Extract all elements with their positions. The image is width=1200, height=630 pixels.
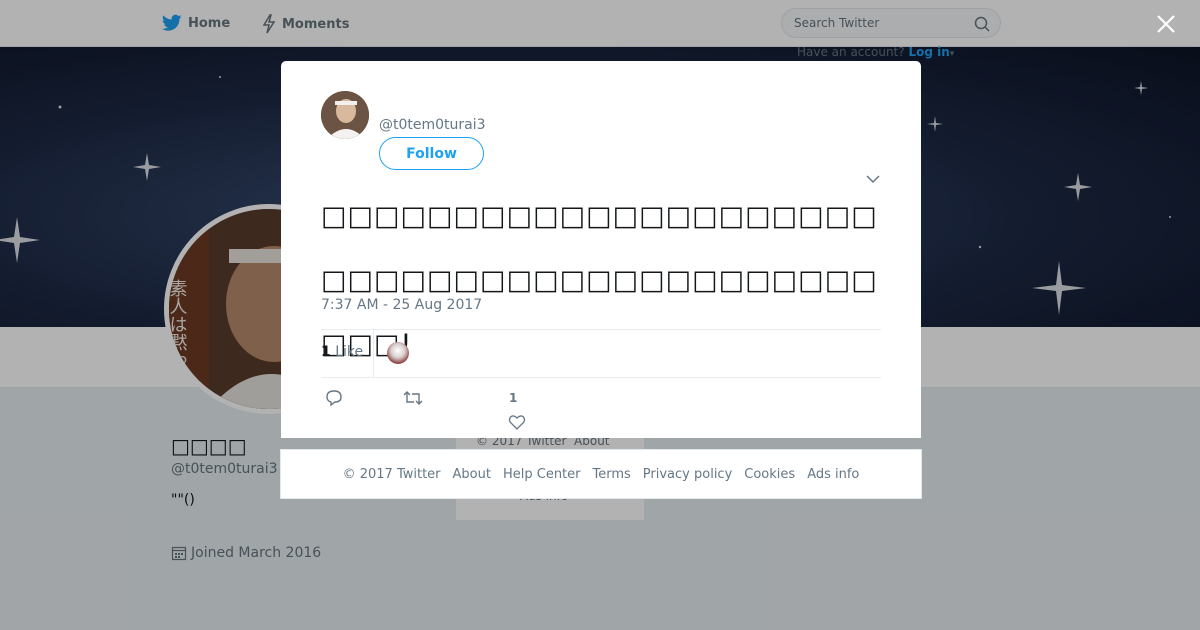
tweet-stats: 1 Like <box>321 329 881 378</box>
avatar-portrait <box>321 91 369 139</box>
footer-terms[interactable]: Terms <box>593 467 631 482</box>
tweet-timestamp[interactable]: 7:37 AM - 25 Aug 2017 <box>321 297 482 313</box>
chevron-down-icon[interactable] <box>865 173 881 185</box>
footer-about[interactable]: About <box>453 467 491 482</box>
likes-count: 1 <box>321 344 331 360</box>
likes-label: Like <box>335 344 364 360</box>
like-action-count: 1 <box>509 391 518 405</box>
reply-icon[interactable] <box>324 389 344 407</box>
footer-privacy-policy[interactable]: Privacy policy <box>643 467 732 482</box>
follow-button[interactable]: Follow <box>379 137 484 170</box>
tweet-author-avatar[interactable] <box>321 91 369 139</box>
close-icon[interactable] <box>1154 12 1178 36</box>
modal-footer: © 2017 Twitter About Help Center Terms P… <box>280 449 922 499</box>
heart-icon[interactable] <box>508 413 526 431</box>
tweet-modal: @t0tem0turai3 Follow □□□□□□□□□□□□□□□□□□□… <box>281 61 921 438</box>
footer-help-center[interactable]: Help Center <box>503 467 581 482</box>
footer-cookies[interactable]: Cookies <box>744 467 795 482</box>
footer-ads-info[interactable]: Ads info <box>807 467 859 482</box>
retweet-icon[interactable] <box>402 389 424 407</box>
stat-divider <box>373 330 374 377</box>
tweet-author-handle[interactable]: @t0tem0turai3 <box>379 117 486 133</box>
likes-stat[interactable]: 1 Like <box>321 344 363 360</box>
liker-avatar[interactable] <box>387 342 409 364</box>
footer-copyright: © 2017 Twitter <box>342 466 441 482</box>
